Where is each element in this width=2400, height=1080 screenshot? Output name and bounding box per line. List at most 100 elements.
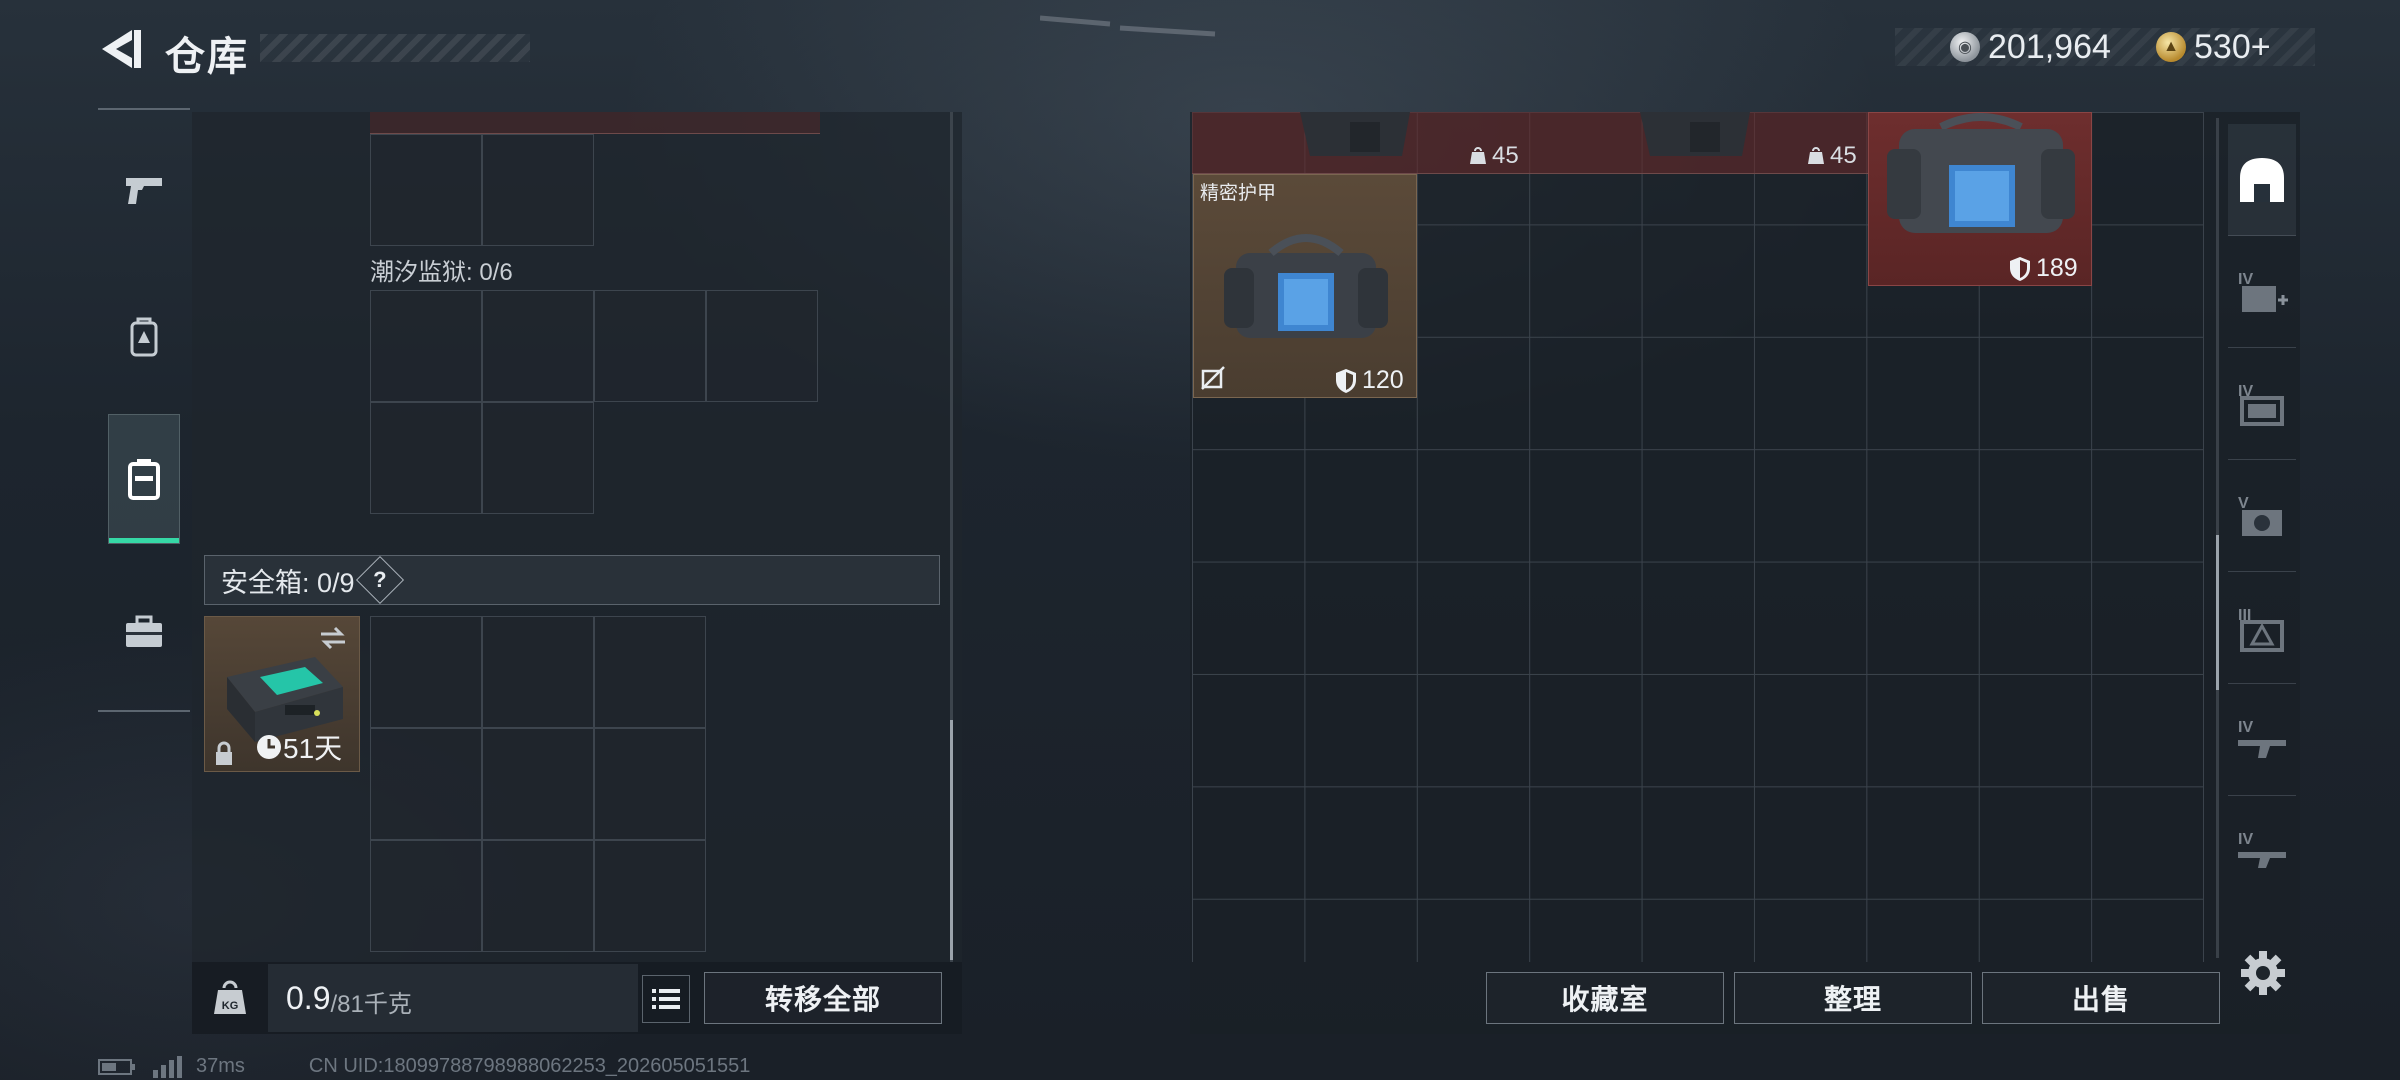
bag-item-partial-icon	[1640, 112, 1750, 156]
bag-item-partial-icon	[1300, 112, 1410, 156]
safe-item-time: 51天	[283, 733, 343, 764]
item-count-badge: 45	[1806, 142, 1857, 170]
shield-icon	[2010, 256, 2030, 281]
back-arrow-icon	[102, 30, 141, 68]
title-stripe-decor	[260, 34, 530, 62]
gold-coin-icon: ▲	[2156, 32, 2186, 62]
silver-coin-icon: ◉	[1950, 32, 1980, 62]
kg-label: KG	[222, 1000, 239, 1012]
safe-slot[interactable]	[482, 728, 594, 840]
container-slot[interactable]	[370, 402, 482, 514]
durability-badge: 189	[2008, 254, 2078, 283]
container-slot[interactable]	[370, 134, 482, 246]
rail-item-toolbox[interactable]	[108, 567, 180, 697]
safe-slot[interactable]	[370, 840, 482, 952]
warning-crate-icon: III	[2238, 607, 2284, 652]
item-count: 45	[1830, 142, 1857, 169]
safe-slot[interactable]	[594, 616, 706, 728]
armor-item-precision[interactable]	[1193, 174, 1417, 398]
filter-valuables[interactable]: V	[2228, 460, 2296, 572]
weight-value: 0.9	[286, 979, 331, 1016]
safe-box-help-button[interactable]: ?	[355, 555, 404, 605]
safe-slot[interactable]	[370, 616, 482, 728]
sell-button[interactable]: 出售	[1982, 972, 2220, 1024]
ceiling-light-decor	[1040, 15, 1216, 37]
transfer-all-button[interactable]: 转移全部	[704, 972, 942, 1024]
weight-small-icon	[1808, 147, 1824, 164]
battery-icon	[98, 1058, 135, 1075]
silver-currency[interactable]: ◉ 201,964	[1950, 26, 2111, 68]
list-icon	[652, 989, 680, 1009]
filter-medical[interactable]: IV	[2228, 236, 2296, 348]
svg-text:IV: IV	[2238, 831, 2253, 848]
pistol-icon	[126, 178, 162, 204]
gear-icon	[2241, 951, 2285, 995]
ping-value: 37ms	[196, 1055, 245, 1077]
safe-slot[interactable]	[594, 728, 706, 840]
filter-all[interactable]	[2228, 124, 2296, 236]
safe-item-timer: 51天	[255, 727, 342, 767]
clock-icon	[257, 735, 281, 759]
safe-box-item[interactable]: 51天	[204, 616, 360, 772]
gold-currency[interactable]: ▲ 530+	[2156, 26, 2271, 68]
rifle2-icon: IV	[2238, 831, 2286, 868]
safe-slot[interactable]	[370, 728, 482, 840]
silver-currency-value: 201,964	[1988, 27, 2111, 66]
ammo-box-icon: IV	[2238, 383, 2284, 426]
case-icon	[128, 459, 160, 500]
list-view-button[interactable]	[642, 975, 690, 1023]
right-scrollbar-thumb[interactable]	[2216, 535, 2219, 690]
left-scrollbar-thumb[interactable]	[950, 720, 953, 960]
item-row-edge	[370, 112, 820, 134]
container-label: 潮汐监狱: 0/6	[370, 259, 513, 286]
filter-weapons[interactable]: IV	[2228, 684, 2296, 796]
backpack-icon	[130, 317, 158, 357]
weight-max: /81千克	[330, 990, 412, 1018]
settings-button[interactable]	[2240, 950, 2286, 996]
item-name: 精密护甲	[1200, 183, 1277, 204]
lock-icon	[216, 741, 232, 765]
status-footer: 37ms CN UID:18099788798988062253_2026050…	[98, 1055, 750, 1078]
no-trade-icon	[1201, 366, 1225, 390]
organize-button[interactable]: 整理	[1734, 972, 1972, 1024]
shield-icon	[1336, 368, 1356, 393]
container-slot[interactable]	[482, 290, 594, 402]
weight-small-icon	[1470, 147, 1486, 164]
svg-text:V: V	[2238, 495, 2249, 512]
armor-vest-icon	[1887, 113, 2075, 233]
container-slot[interactable]	[594, 290, 706, 402]
rail-bottom-divider	[98, 710, 190, 712]
collection-room-button[interactable]: 收藏室	[1486, 972, 1724, 1024]
camera-icon: V	[2238, 495, 2282, 536]
home-arch-icon	[2240, 157, 2284, 202]
rail-item-weapons[interactable]	[108, 125, 180, 255]
filter-weapons-2[interactable]: IV	[2228, 796, 2296, 908]
back-button[interactable]	[96, 24, 146, 74]
item-count-badge: 45	[1468, 142, 1519, 170]
briefcase-icon	[126, 615, 162, 647]
filter-ammo[interactable]: IV	[2228, 348, 2296, 460]
weight-readout: 0.9 /81千克	[268, 964, 638, 1032]
gold-currency-value: 530+	[2194, 27, 2271, 66]
medkit-icon: IV	[2238, 271, 2288, 312]
rail-top-divider	[98, 108, 190, 110]
safe-slot[interactable]	[482, 840, 594, 952]
container-slot[interactable]	[370, 290, 482, 402]
page-title: 仓库	[165, 35, 249, 79]
safe-slot[interactable]	[594, 840, 706, 952]
rail-item-containers[interactable]	[108, 414, 180, 544]
swap-icon[interactable]	[317, 625, 349, 651]
weight-kg-icon: KG	[214, 980, 246, 1014]
item-count: 45	[1492, 142, 1519, 169]
rifle-icon: IV	[2238, 719, 2286, 758]
container-slot[interactable]	[482, 134, 594, 246]
svg-text:IV: IV	[2238, 719, 2253, 736]
rail-item-backpack[interactable]	[108, 272, 180, 402]
safe-slot[interactable]	[482, 616, 594, 728]
container-slot[interactable]	[706, 290, 818, 402]
safe-box-header: 安全箱: 0/9 ?	[204, 555, 940, 605]
safe-box-label: 安全箱: 0/9	[221, 567, 355, 598]
container-slot[interactable]	[482, 402, 594, 514]
filter-materials[interactable]: III	[2228, 572, 2296, 684]
armor-vest-icon	[1224, 234, 1388, 338]
